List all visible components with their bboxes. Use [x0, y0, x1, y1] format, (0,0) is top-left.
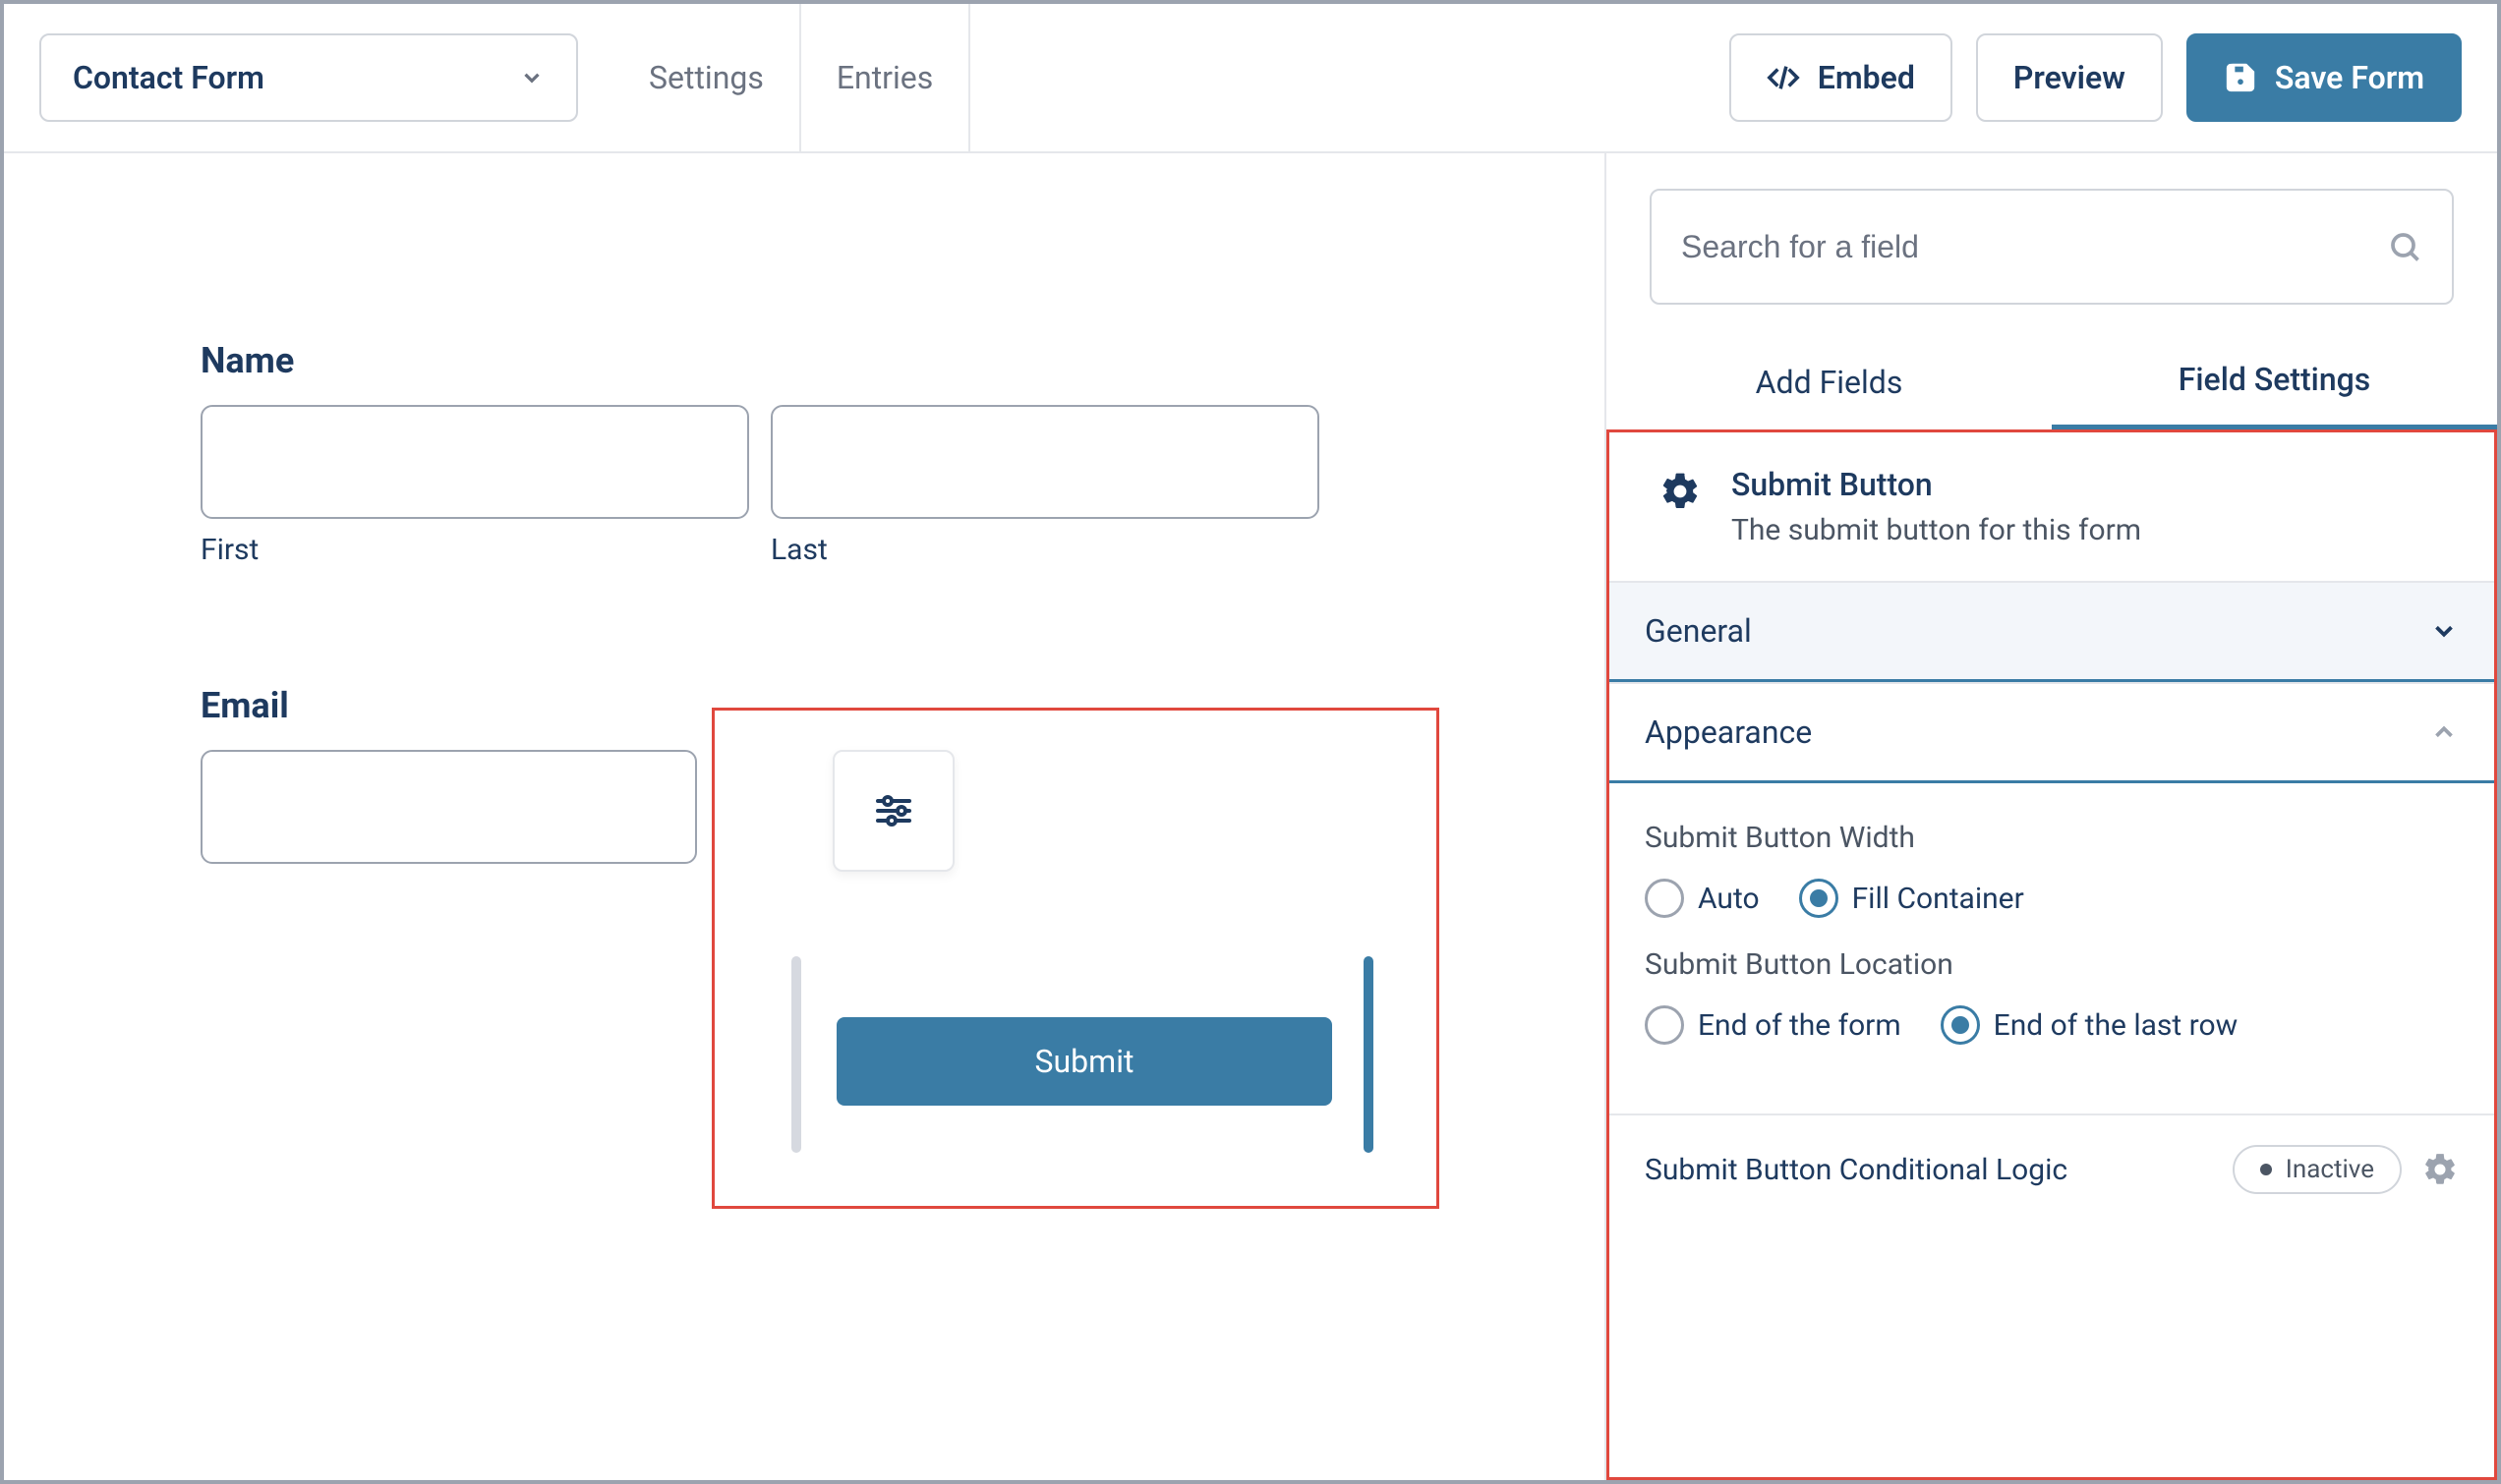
resize-handle-right[interactable] [1364, 956, 1373, 1153]
chevron-down-icon [2429, 616, 2459, 646]
radio-loc-end-form[interactable]: End of the form [1645, 1005, 1901, 1045]
save-icon [2224, 61, 2257, 94]
form-canvas: Name First Last Email [4, 153, 1606, 1480]
section-appearance[interactable]: Appearance [1609, 684, 2494, 783]
field-settings-panel: Submit Button The submit button for this… [1606, 429, 2497, 1480]
email-input[interactable] [201, 750, 697, 864]
conditional-logic-row: Submit Button Conditional Logic Inactive [1609, 1113, 2494, 1224]
form-select-label: Contact Form [73, 59, 264, 96]
tab-settings[interactable]: Settings [613, 4, 801, 151]
save-button[interactable]: Save Form [2186, 33, 2462, 122]
location-label: Submit Button Location [1645, 947, 2459, 982]
tab-add-fields[interactable]: Add Fields [1606, 334, 2052, 430]
radio-loc-end-row[interactable]: End of the last row [1941, 1005, 2239, 1045]
search-input[interactable] [1681, 229, 2387, 265]
tab-field-settings[interactable]: Field Settings [2052, 334, 2497, 430]
name-label: Name [201, 340, 1486, 381]
last-sublabel: Last [771, 533, 1319, 567]
status-dot-icon [2260, 1164, 2272, 1175]
width-label: Submit Button Width [1645, 821, 2459, 855]
field-description: The submit button for this form [1731, 513, 2141, 547]
field-title: Submit Button [1731, 466, 2141, 503]
embed-button[interactable]: Embed [1729, 33, 1952, 122]
email-label: Email [201, 685, 697, 726]
gear-icon [1658, 470, 1702, 513]
topbar: Contact Form Settings Entries Embed Prev… [4, 4, 2497, 153]
chevron-down-icon [519, 65, 545, 90]
appearance-body: Submit Button Width Auto Fill Container … [1609, 783, 2494, 1113]
sidebar: Add Fields Field Settings Submit Button … [1606, 153, 2497, 1480]
gear-icon[interactable] [2421, 1151, 2459, 1188]
sliders-icon [870, 787, 917, 834]
tab-entries[interactable]: Entries [801, 4, 968, 151]
preview-button[interactable]: Preview [1976, 33, 2163, 122]
search-icon [2387, 229, 2422, 264]
logic-status-pill[interactable]: Inactive [2233, 1145, 2402, 1194]
submit-button[interactable]: Submit [837, 1017, 1332, 1106]
first-sublabel: First [201, 533, 749, 567]
chevron-up-icon [2429, 717, 2459, 747]
field-search[interactable] [1650, 189, 2454, 305]
field-settings-toggle[interactable] [833, 750, 955, 872]
resize-handle-left[interactable] [791, 956, 801, 1153]
radio-width-fill[interactable]: Fill Container [1799, 879, 2024, 918]
logic-label: Submit Button Conditional Logic [1645, 1153, 2213, 1187]
code-icon [1767, 61, 1800, 94]
submit-selection-box: Submit [712, 708, 1439, 1209]
last-name-input[interactable] [771, 405, 1319, 519]
form-select-dropdown[interactable]: Contact Form [39, 33, 578, 122]
first-name-input[interactable] [201, 405, 749, 519]
section-general[interactable]: General [1609, 583, 2494, 682]
radio-width-auto[interactable]: Auto [1645, 879, 1760, 918]
